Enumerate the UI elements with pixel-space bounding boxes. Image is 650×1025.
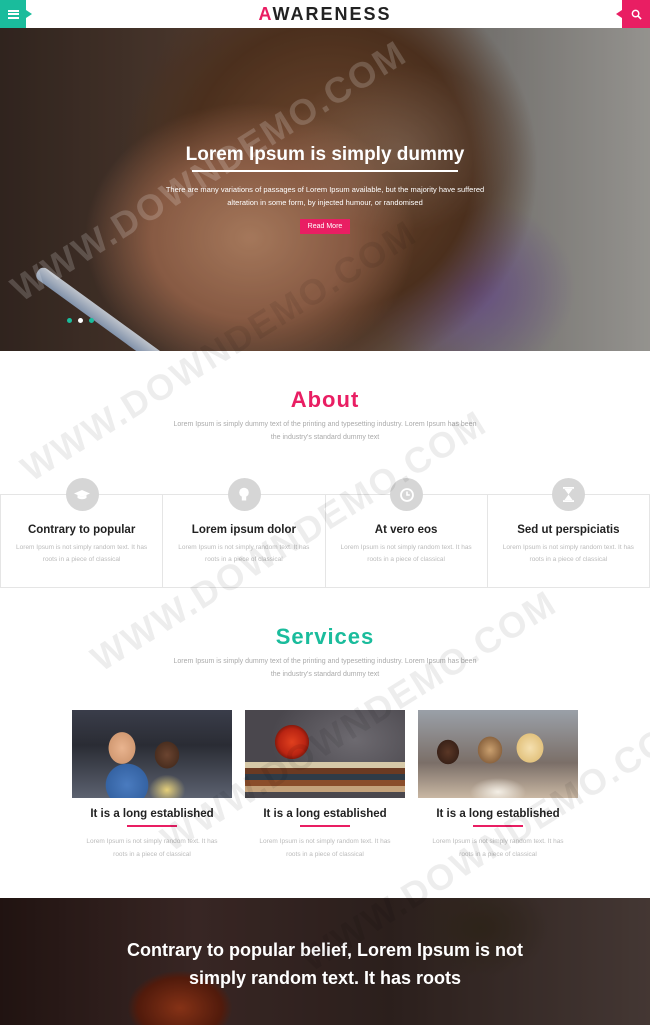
graduation-cap-icon xyxy=(65,478,99,511)
service-card: It is a long established Lorem Ipsum is … xyxy=(72,710,232,861)
hourglass-icon xyxy=(552,478,586,511)
slider-dot-active[interactable] xyxy=(78,318,83,323)
service-image-students[interactable] xyxy=(418,710,578,798)
lightbulb-icon xyxy=(227,478,261,511)
read-more-button[interactable]: Read More xyxy=(300,219,350,234)
service-image-apple-books[interactable] xyxy=(245,710,405,798)
hero-title-underline xyxy=(192,170,458,172)
service-card: It is a long established Lorem Ipsum is … xyxy=(418,710,578,861)
service-underline xyxy=(473,825,523,827)
about-features: Contrary to popular Lorem Ipsum is not s… xyxy=(0,478,650,588)
service-title[interactable]: It is a long established xyxy=(418,808,578,820)
service-image-kids-computer[interactable] xyxy=(72,710,232,798)
feature-card: Lorem ipsum dolor Lorem Ipsum is not sim… xyxy=(162,478,324,587)
about-title: About xyxy=(290,387,360,412)
feature-text: Lorem Ipsum is not simply random text. I… xyxy=(178,544,310,563)
slider-dots xyxy=(67,318,94,323)
service-underline xyxy=(300,825,350,827)
service-underline xyxy=(127,825,177,827)
site-logo[interactable]: AWARENESS xyxy=(0,4,650,25)
clock-icon xyxy=(390,478,424,511)
logo-initial: A xyxy=(258,4,273,24)
quote-banner: Contrary to popular belief, Lorem Ipsum … xyxy=(0,898,650,1025)
logo-text: WARENESS xyxy=(272,4,392,24)
feature-title: At vero eos xyxy=(374,524,438,536)
service-text: Lorem Ipsum is not simply random text. I… xyxy=(86,838,218,858)
service-card: It is a long established Lorem Ipsum is … xyxy=(245,710,405,861)
service-text: Lorem Ipsum is not simply random text. I… xyxy=(259,838,391,858)
feature-title: Contrary to popular xyxy=(27,524,136,536)
search-button[interactable] xyxy=(622,0,650,28)
header: AWARENESS xyxy=(0,0,650,28)
search-icon xyxy=(631,9,642,20)
feature-card: Contrary to popular Lorem Ipsum is not s… xyxy=(0,478,162,587)
feature-text: Lorem Ipsum is not simply random text. I… xyxy=(340,544,472,563)
banner-title: Contrary to popular belief, Lorem Ipsum … xyxy=(126,940,524,988)
slider-dot[interactable] xyxy=(67,318,72,323)
service-title[interactable]: It is a long established xyxy=(72,808,232,820)
services-subtitle: Lorem Ipsum is simply dummy text of the … xyxy=(173,658,477,678)
feature-title: Sed ut perspiciatis xyxy=(517,524,620,536)
hero-slider: Lorem Ipsum is simply dummy There are ma… xyxy=(0,28,650,351)
feature-text: Lorem Ipsum is not simply random text. I… xyxy=(502,544,634,563)
hero-title: Lorem Ipsum is simply dummy xyxy=(185,144,465,165)
slider-dot[interactable] xyxy=(89,318,94,323)
feature-card: Sed ut perspiciatis Lorem Ipsum is not s… xyxy=(486,478,650,587)
about-subtitle: Lorem Ipsum is simply dummy text of the … xyxy=(173,421,477,441)
feature-card: At vero eos Lorem Ipsum is not simply ra… xyxy=(324,478,487,587)
hero-text: There are many variations of passages of… xyxy=(165,185,485,207)
service-text: Lorem Ipsum is not simply random text. I… xyxy=(432,838,564,858)
services-title: Services xyxy=(275,624,375,649)
service-title[interactable]: It is a long established xyxy=(245,808,405,820)
feature-text: Lorem Ipsum is not simply random text. I… xyxy=(16,544,148,563)
feature-title: Lorem ipsum dolor xyxy=(191,524,296,536)
